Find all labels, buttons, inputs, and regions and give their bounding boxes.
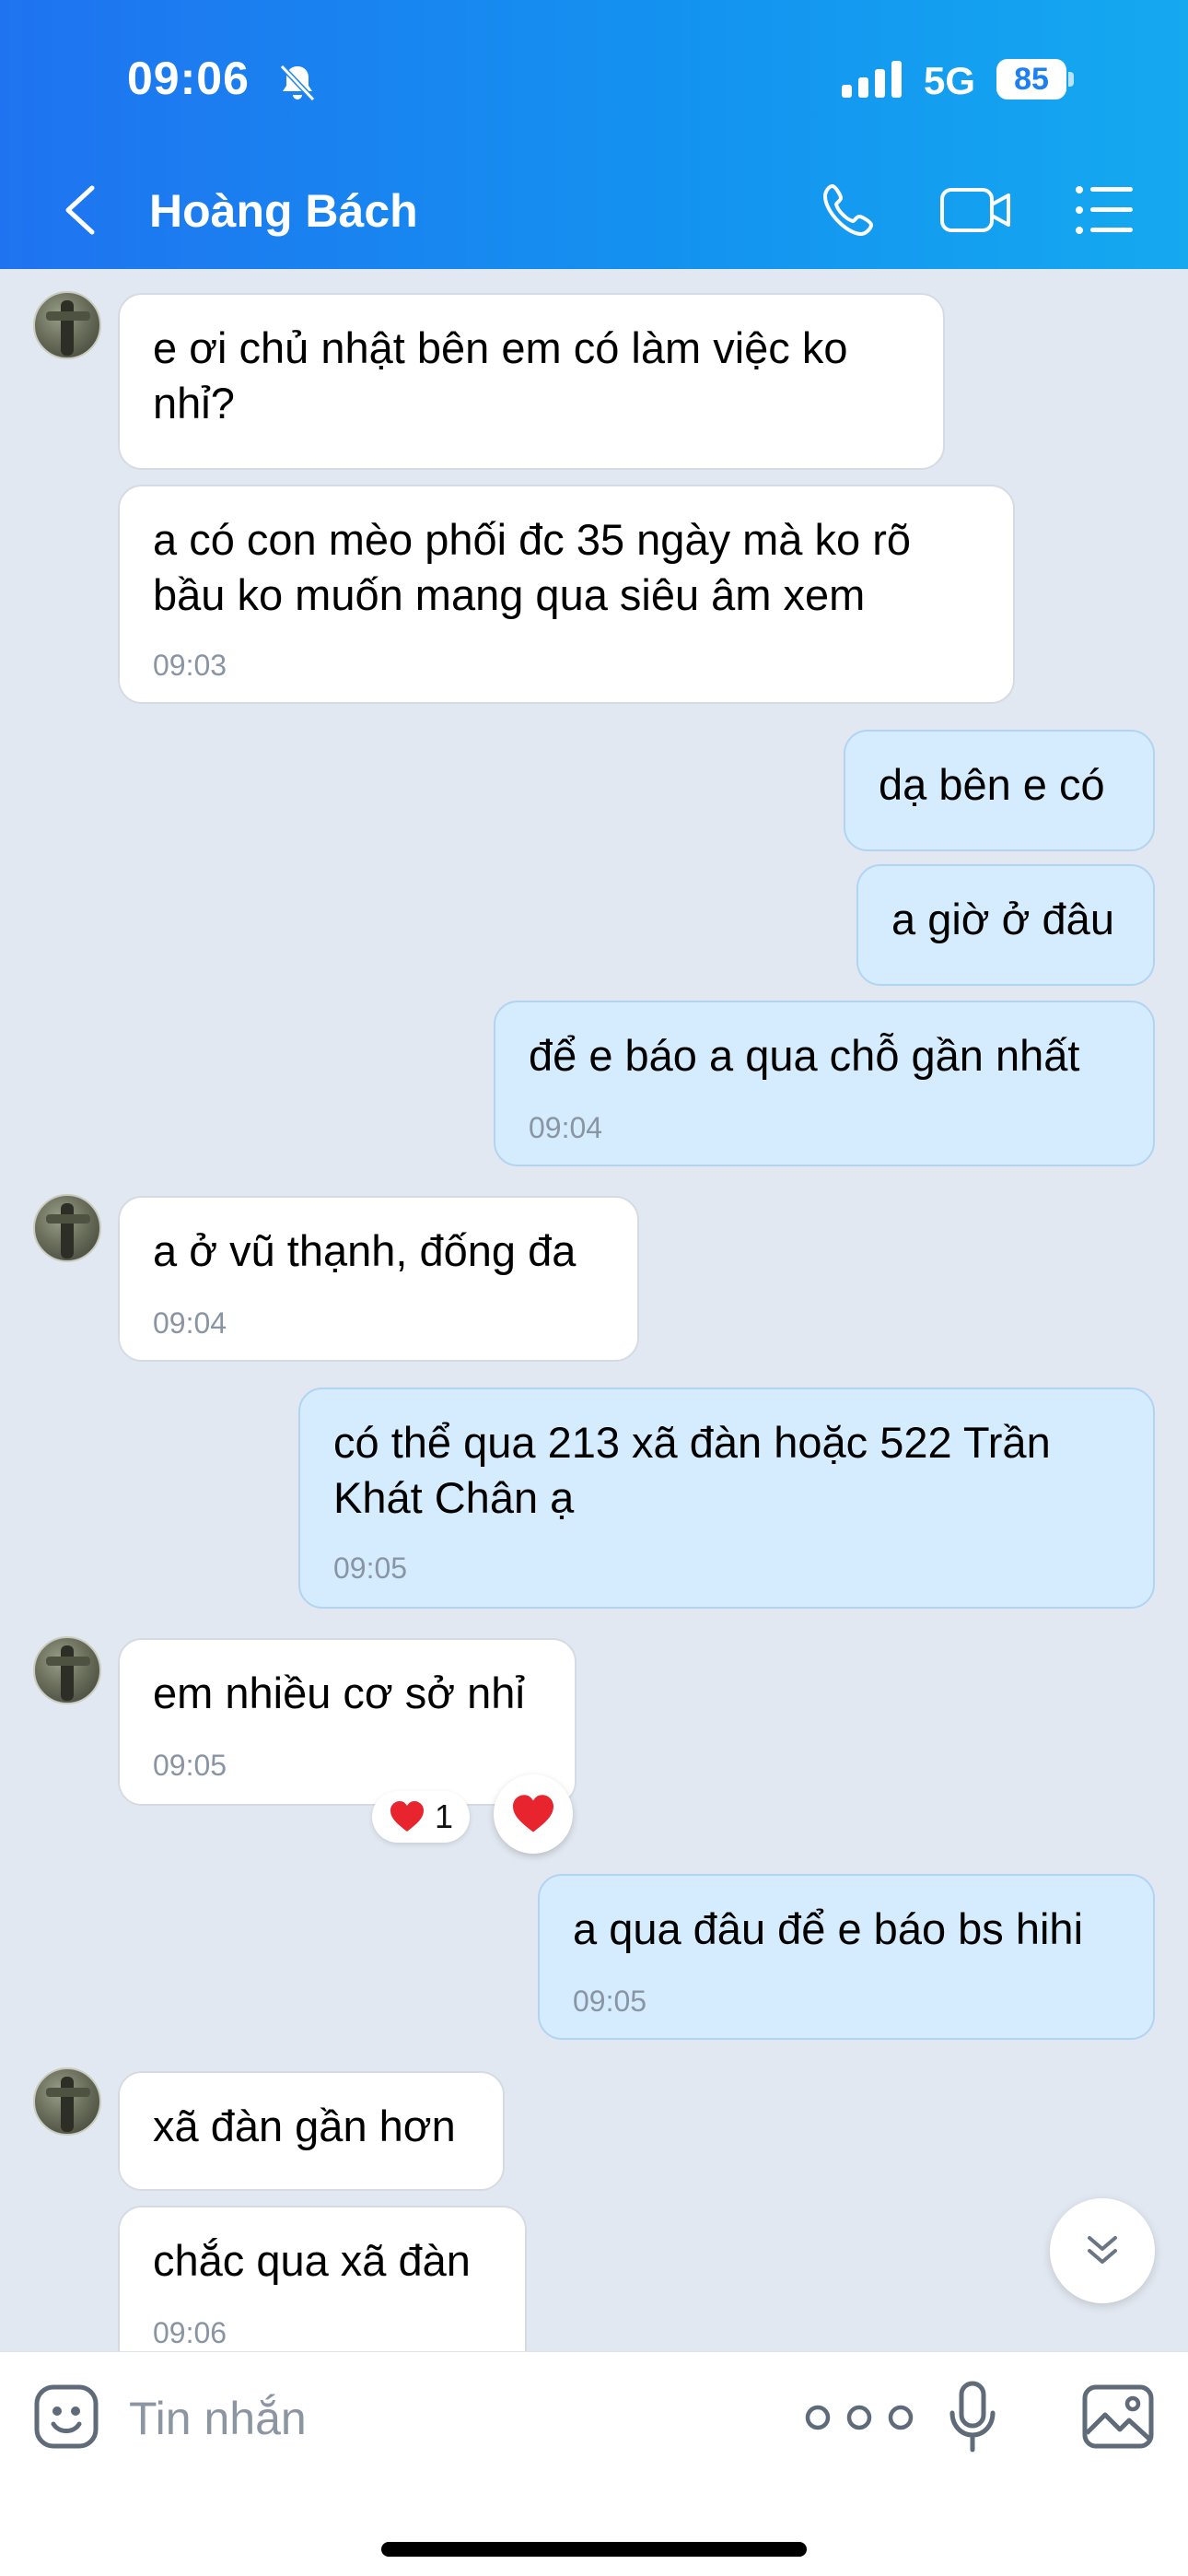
react-button[interactable] bbox=[494, 1774, 573, 1854]
battery-icon: 85 bbox=[996, 59, 1074, 100]
message-bubble-incoming[interactable]: em nhiều cơ sở nhỉ 09:05 bbox=[118, 1638, 577, 1806]
reaction-count-badge[interactable]: 1 bbox=[372, 1791, 470, 1843]
microphone-icon[interactable] bbox=[947, 2380, 998, 2455]
home-indicator bbox=[381, 2542, 807, 2557]
message-text: xã đàn gần hơn bbox=[153, 2102, 456, 2150]
message-bubble-incoming[interactable]: a có con mèo phối đc 35 ngày mà ko rõ bầ… bbox=[118, 485, 1015, 704]
message-text: dạ bên e có bbox=[879, 760, 1105, 809]
chat-header: 09:06 5G 85 Hoàng Bách bbox=[0, 0, 1188, 269]
message-text: a giờ ở đâu bbox=[891, 895, 1114, 943]
signal-icon bbox=[842, 61, 902, 98]
bell-muted-icon bbox=[279, 64, 316, 102]
heart-icon bbox=[390, 1801, 424, 1832]
network-label: 5G bbox=[924, 59, 976, 102]
message-time: 09:06 bbox=[153, 2316, 227, 2349]
reaction-count: 1 bbox=[434, 1797, 454, 1835]
avatar[interactable] bbox=[33, 2067, 101, 2136]
avatar[interactable] bbox=[33, 291, 101, 359]
menu-list-icon[interactable] bbox=[1074, 182, 1135, 238]
sticker-icon[interactable] bbox=[33, 2383, 99, 2450]
message-bubble-outgoing[interactable]: để e báo a qua chỗ gần nhất 09:04 bbox=[494, 1001, 1155, 1166]
contact-name[interactable]: Hoàng Bách bbox=[149, 184, 418, 238]
message-input[interactable] bbox=[129, 2385, 755, 2452]
message-text: a có con mèo phối đc 35 ngày mà ko rõ bầ… bbox=[153, 515, 911, 619]
message-time: 09:04 bbox=[529, 1111, 603, 1144]
message-text: a qua đâu để e báo bs hihi bbox=[573, 1904, 1084, 1953]
message-text: e ơi chủ nhật bên em có làm việc ko nhỉ? bbox=[153, 323, 848, 427]
message-bubble-incoming[interactable]: e ơi chủ nhật bên em có làm việc ko nhỉ? bbox=[118, 293, 945, 470]
status-time: 09:06 bbox=[127, 53, 250, 104]
message-text: chắc qua xã đàn bbox=[153, 2236, 471, 2285]
double-chevron-down-icon bbox=[1088, 2236, 1117, 2264]
message-text: có thể qua 213 xã đàn hoặc 522 Trần Khát… bbox=[333, 1418, 1051, 1522]
video-call-icon[interactable] bbox=[939, 181, 1013, 240]
heart-icon bbox=[513, 1795, 553, 1832]
message-time: 09:05 bbox=[153, 1749, 227, 1782]
avatar[interactable] bbox=[33, 1636, 101, 1704]
phone-call-icon[interactable] bbox=[820, 181, 879, 240]
message-bubble-incoming[interactable]: a ở vũ thạnh, đống đa 09:04 bbox=[118, 1196, 639, 1362]
message-bubble-incoming[interactable]: xã đàn gần hơn bbox=[118, 2071, 505, 2191]
battery-level: 85 bbox=[996, 59, 1066, 100]
back-arrow-icon[interactable] bbox=[57, 181, 103, 240]
image-gallery-icon[interactable] bbox=[1081, 2383, 1155, 2450]
message-text: để e báo a qua chỗ gần nhất bbox=[529, 1031, 1080, 1080]
message-bubble-outgoing[interactable]: có thể qua 213 xã đàn hoặc 522 Trần Khát… bbox=[298, 1388, 1155, 1609]
message-time: 09:04 bbox=[153, 1306, 227, 1340]
message-text: em nhiều cơ sở nhỉ bbox=[153, 1669, 525, 1717]
message-time: 09:05 bbox=[333, 1551, 408, 1585]
message-bubble-outgoing[interactable]: dạ bên e có bbox=[844, 730, 1155, 851]
message-bubble-outgoing[interactable]: a qua đâu để e báo bs hihi 09:05 bbox=[538, 1874, 1155, 2040]
message-time: 09:03 bbox=[153, 649, 227, 682]
more-options-icon[interactable] bbox=[799, 2395, 919, 2441]
message-bubble-outgoing[interactable]: a giờ ở đâu bbox=[856, 864, 1155, 986]
message-time: 09:05 bbox=[573, 1985, 647, 2018]
avatar[interactable] bbox=[33, 1194, 101, 1262]
scroll-to-bottom-button[interactable] bbox=[1050, 2198, 1155, 2303]
message-text: a ở vũ thạnh, đống đa bbox=[153, 1226, 577, 1275]
composer-bar bbox=[0, 2351, 1188, 2576]
